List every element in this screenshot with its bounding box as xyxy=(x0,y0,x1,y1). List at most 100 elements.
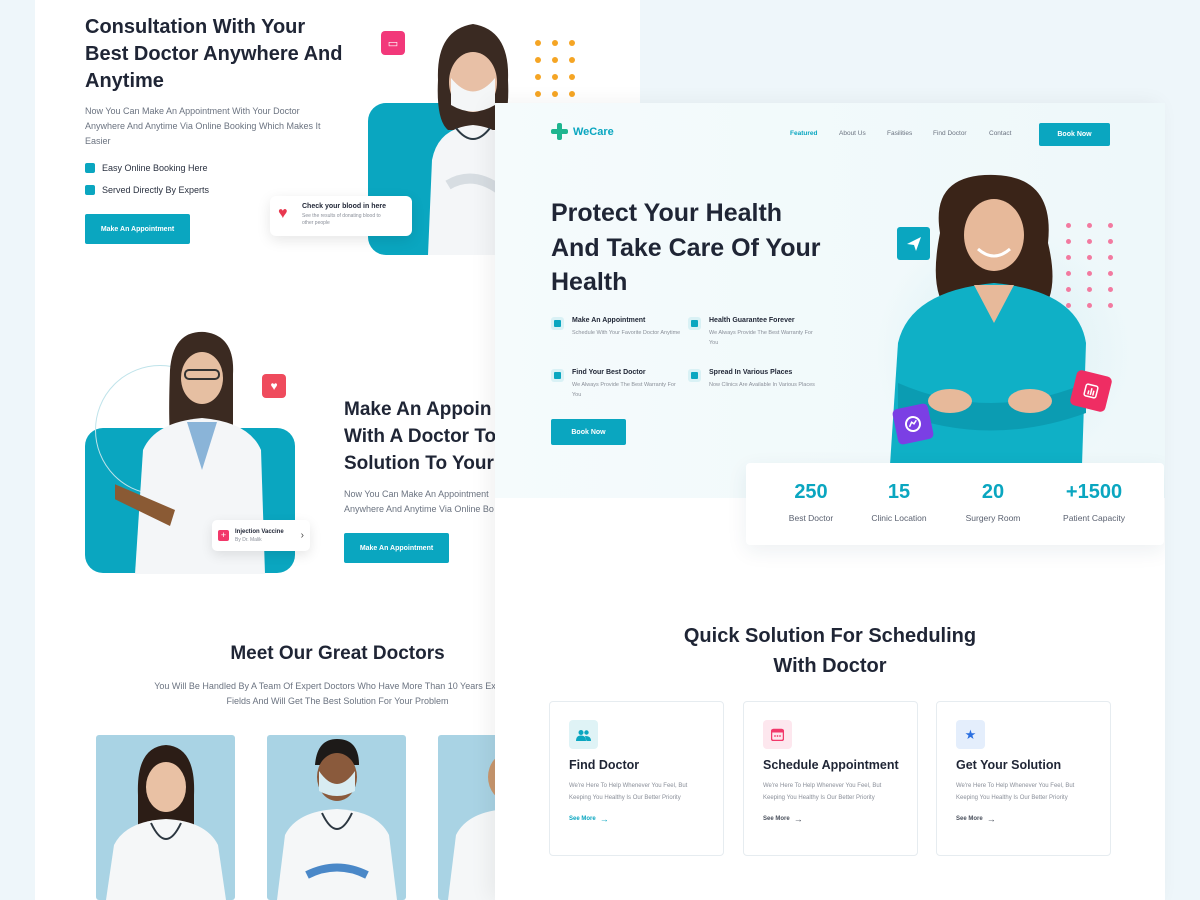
back-hero-desc: Now You Can Make An Appointment With You… xyxy=(85,106,321,146)
make-appointment-button[interactable]: Make An Appointment xyxy=(85,214,190,244)
stat-clinic-location: 15 Clinic Location xyxy=(861,481,937,523)
solution-card-title: Find Doctor xyxy=(569,758,640,772)
decorative-dots xyxy=(1066,223,1113,308)
solution-card-title: Get Your Solution xyxy=(956,758,1062,772)
stat-value: +1500 xyxy=(1065,481,1123,503)
solution-card-desc: We're Here To Help Whenever You Feel, Bu… xyxy=(763,783,882,801)
make-appointment-button-2[interactable]: Make An Appointment xyxy=(344,533,449,563)
back-feature-experts: Served Directly By Experts xyxy=(85,185,209,195)
arrow-right-icon: → xyxy=(599,814,609,824)
arrow-right-icon: → xyxy=(986,814,996,824)
see-more-label: See More xyxy=(956,816,983,822)
back-feature-booking: Easy Online Booking Here xyxy=(85,163,208,173)
stat-label: Patient Capacity xyxy=(1063,513,1125,523)
stat-value: 20 xyxy=(981,481,1005,503)
messenger-icon xyxy=(891,402,935,446)
feature-desc: We Always Provide The Best Warranty For … xyxy=(572,382,676,398)
feature-spread-places: Spread In Various Places Now Clinics Are… xyxy=(688,369,818,390)
blood-card-desc: See the results of donating blood to oth… xyxy=(302,213,381,226)
vaccine-title: Injection Vaccine xyxy=(235,528,284,535)
doctor-photo xyxy=(277,739,397,900)
see-more-link[interactable]: See More → xyxy=(956,814,1091,824)
chevron-right-icon: › xyxy=(300,530,304,541)
nav-item-fasilities[interactable]: Fasilities xyxy=(887,130,933,137)
see-more-label: See More xyxy=(569,816,596,822)
nav-item-about-us[interactable]: About Us xyxy=(839,130,887,137)
calendar-icon xyxy=(763,720,792,749)
document-icon: ▭ xyxy=(381,31,405,55)
feature-health-guarantee: Health Guarantee Forever We Always Provi… xyxy=(688,317,818,348)
doctor-card[interactable] xyxy=(267,735,406,900)
feature-make-appointment: Make An Appointment Schedule With Your F… xyxy=(551,317,681,338)
main-nav: Featured About Us Fasilities Find Doctor… xyxy=(790,130,1029,137)
calendar-icon xyxy=(85,163,95,173)
blood-check-card[interactable]: ♥ Check your blood in here See the resul… xyxy=(270,196,412,236)
stat-value: 250 xyxy=(794,481,828,503)
stat-patient-capacity: +1500 Patient Capacity xyxy=(1049,481,1139,523)
feature-title: Make An Appointment xyxy=(572,317,646,324)
feature-title: Health Guarantee Forever xyxy=(709,317,795,324)
solution-card-find-doctor[interactable]: Find Doctor We're Here To Help Whenever … xyxy=(549,701,724,856)
medical-cross-icon xyxy=(551,123,568,140)
doctor-photo xyxy=(106,745,226,900)
nav-item-find-doctor[interactable]: Find Doctor xyxy=(933,130,989,137)
scheduling-title-line: With Doctor xyxy=(773,655,887,677)
see-more-link[interactable]: See More → xyxy=(763,814,898,824)
stat-surgery-room: 20 Surgery Room xyxy=(956,481,1030,523)
logo[interactable]: WeCare xyxy=(551,123,614,140)
scheduling-title-line: Quick Solution For Scheduling xyxy=(683,625,977,647)
location-pin-icon xyxy=(688,369,701,382)
nav-item-contact[interactable]: Contact xyxy=(989,130,1029,137)
meet-desc-line: Fields And Will Get The Best Solution Fo… xyxy=(226,696,449,706)
back-hero-title: Consultation With Your Best Doctor Anywh… xyxy=(85,16,343,92)
back-feature-label: Easy Online Booking Here xyxy=(102,163,208,173)
blood-card-title: Check your blood in here xyxy=(302,203,387,210)
shield-check-icon xyxy=(688,317,701,330)
stat-value: 15 xyxy=(887,481,911,503)
feature-title: Spread In Various Places xyxy=(709,369,793,376)
solution-card-desc: We're Here To Help Whenever You Feel, Bu… xyxy=(956,783,1075,801)
plus-icon: + xyxy=(218,530,229,541)
doctor-card[interactable] xyxy=(96,735,235,900)
meet-desc-line: You Will Be Handled By A Team Of Expert … xyxy=(154,681,521,691)
stat-label: Clinic Location xyxy=(871,513,927,523)
stat-label: Best Doctor xyxy=(788,513,834,523)
feature-find-doctor: Find Your Best Doctor We Always Provide … xyxy=(551,369,681,400)
front-page: WeCare Featured About Us Fasilities Find… xyxy=(495,103,1165,900)
solution-card-desc: We're Here To Help Whenever You Feel, Bu… xyxy=(569,783,688,801)
heart-icon: ♥ xyxy=(278,205,288,222)
arrow-right-icon: → xyxy=(793,814,803,824)
book-now-hero-button[interactable]: Book Now xyxy=(551,419,626,445)
send-icon xyxy=(897,227,930,260)
see-more-label: See More xyxy=(763,816,790,822)
meet-doctors-desc: You Will Be Handled By A Team Of Expert … xyxy=(115,679,560,709)
nav-item-featured[interactable]: Featured xyxy=(790,130,839,137)
solution-card-schedule-appointment[interactable]: Schedule Appointment We're Here To Help … xyxy=(743,701,918,856)
see-more-link[interactable]: See More → xyxy=(569,814,704,824)
feature-desc: Now Clinics Are Available In Various Pla… xyxy=(709,382,815,388)
injection-vaccine-card[interactable]: + Injection Vaccine By Dr. Malik › xyxy=(212,520,310,551)
decorative-dots xyxy=(535,40,575,97)
solution-card-title: Schedule Appointment xyxy=(763,758,899,772)
stat-best-doctor: 250 Best Doctor xyxy=(774,481,848,523)
vaccine-doctor: By Dr. Malik xyxy=(235,536,262,543)
logo-text: WeCare xyxy=(573,125,614,138)
section2-desc: Now You Can Make An Appointment Anywhere… xyxy=(344,487,494,517)
feature-desc: We Always Provide The Best Warranty For … xyxy=(709,330,813,346)
stat-label: Surgery Room xyxy=(965,513,1021,523)
book-now-nav-button[interactable]: Book Now xyxy=(1039,123,1110,146)
users-icon xyxy=(569,720,598,749)
calendar-icon xyxy=(551,317,564,330)
hero-title: Protect Your Health And Take Care Of You… xyxy=(551,199,821,296)
back-feature-label: Served Directly By Experts xyxy=(102,185,210,195)
section2-desc-line: Now You Can Make An Appointment xyxy=(344,489,489,499)
scheduling-section-title: Quick Solution For Scheduling With Docto… xyxy=(495,621,1165,681)
feature-desc: Schedule With Your Favorite Doctor Anyti… xyxy=(572,330,681,336)
solution-card-get-solution[interactable]: ★ Get Your Solution We're Here To Help W… xyxy=(936,701,1111,856)
feature-title: Find Your Best Doctor xyxy=(572,369,646,376)
stats-panel: 250 Best Doctor 15 Clinic Location 20 Su… xyxy=(746,463,1164,545)
user-icon xyxy=(551,369,564,382)
star-icon: ★ xyxy=(956,720,985,749)
section2-desc-line: Anywhere And Anytime Via Online Bo xyxy=(344,504,494,514)
heart-icon: ♥ xyxy=(262,374,286,398)
